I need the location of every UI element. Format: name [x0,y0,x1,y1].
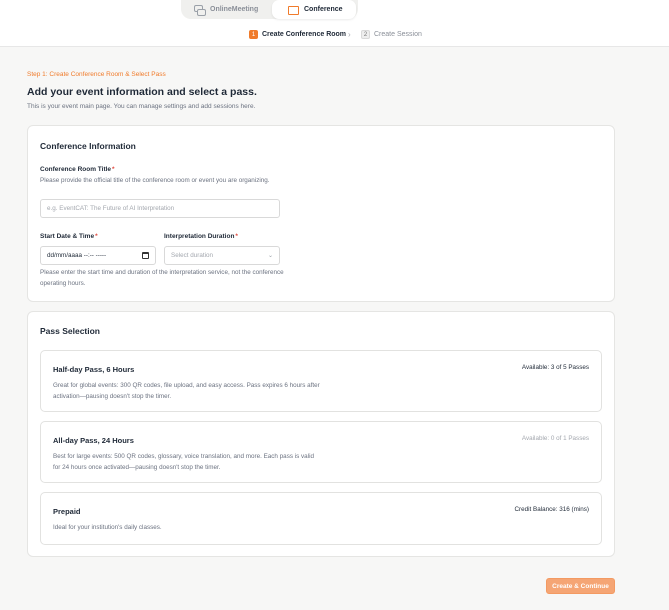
pass-name: Half-day Pass, 6 Hours [53,365,135,374]
page-title: Add your event information and select a … [27,86,257,98]
conference-info-card: Conference Information Conference Room T… [27,125,615,302]
pass-name: All-day Pass, 24 Hours [53,436,134,445]
pass-name: Prepaid [53,507,81,516]
pass-selection-title: Pass Selection [40,326,101,336]
step-1-label: Create Conference Room [262,31,347,38]
tab-conference-label: Conference [304,6,343,13]
tab-online-meeting[interactable]: OnlineMeeting [185,0,269,19]
tab-conference[interactable]: Conference [272,0,356,19]
duration-select[interactable]: Select duration ⌄ [164,246,280,265]
start-datetime-value: dd/mm/aaaa --:-- ----- [47,252,107,259]
pass-option-prepaid[interactable]: Prepaid Ideal for your institution's dai… [40,492,602,545]
room-title-help: Please provide the official title of the… [40,177,270,184]
pass-option-all-day[interactable]: All-day Pass, 24 Hours Best for large ev… [40,421,602,483]
pass-availability: Available: 0 of 1 Passes [521,435,589,442]
start-date-label-text: Start Date & Time [40,233,95,240]
duration-label: Interpretation Duration* [164,233,238,240]
calendar-icon[interactable] [142,252,149,259]
page-subtitle: This is your event main page. You can ma… [27,103,256,110]
required-mark: * [235,233,238,240]
step-2-label: Create Session [374,31,422,38]
mode-tabs: OnlineMeeting Conference [181,0,358,19]
credit-balance: Credit Balance: 316 (mins) [514,506,589,513]
pass-selection-card: Pass Selection Half-day Pass, 6 Hours Gr… [27,311,615,557]
pass-description: Ideal for your institution's daily class… [53,524,162,531]
tab-online-meeting-label: OnlineMeeting [210,6,259,13]
step-caption: Step 1: Create Conference Room & Select … [27,71,166,78]
pass-availability: Available: 3 of 5 Passes [521,364,589,371]
pass-option-half-day[interactable]: Half-day Pass, 6 Hours Great for global … [40,350,602,412]
start-date-label: Start Date & Time* [40,233,98,240]
duration-label-text: Interpretation Duration [164,233,235,240]
top-bar: OnlineMeeting Conference 1 Create Confer… [0,0,669,47]
required-mark: * [112,166,115,173]
step-1-number: 1 [249,30,258,39]
room-title-label-text: Conference Room Title [40,166,112,173]
step-2-number: 2 [361,30,370,39]
room-title-label: Conference Room Title* [40,166,115,173]
chevron-down-icon: ⌄ [267,253,273,259]
create-continue-button[interactable]: Create & Continue [546,578,615,594]
duration-select-placeholder: Select duration [171,252,214,259]
stepper: 1 Create Conference Room › 2 Create Sess… [0,30,669,40]
required-mark: * [95,233,98,240]
pass-description: Best for large events: 500 QR codes, glo… [53,453,314,471]
room-title-input[interactable]: e.g. EventCAT: The Future of AI Interpre… [40,199,280,218]
pass-description: Great for global events: 300 QR codes, f… [53,382,320,400]
conference-icon [288,5,299,15]
start-datetime-input[interactable]: dd/mm/aaaa --:-- ----- [40,246,156,265]
chevron-right-icon: › [348,30,351,39]
conference-info-title: Conference Information [40,141,136,151]
chat-icon [194,4,206,16]
duration-help: Please enter the start time and duration… [40,269,284,287]
